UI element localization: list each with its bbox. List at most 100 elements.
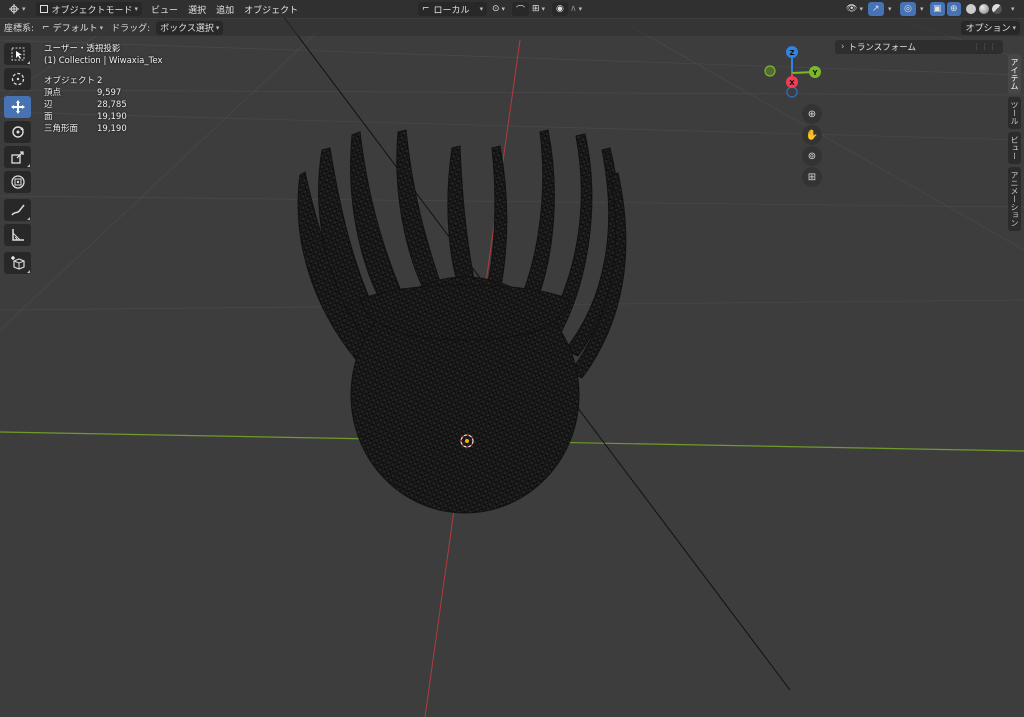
zoom-button[interactable]: ⊕ — [802, 104, 822, 124]
select-box-icon — [11, 47, 24, 61]
stat-label: 辺 — [44, 100, 53, 110]
orientation-value: デフォルト — [52, 24, 98, 34]
rotate-icon — [11, 126, 24, 138]
tool-annotate[interactable] — [4, 199, 31, 221]
editor-type-button[interactable]: ▾ — [4, 2, 30, 16]
solid-sphere-icon — [966, 4, 976, 14]
menu-object[interactable]: オブジェクト — [239, 3, 303, 16]
add-cube-icon — [10, 256, 25, 270]
navigation-gizmo[interactable]: Z Y X — [764, 46, 821, 98]
tool-cursor[interactable] — [4, 68, 31, 90]
eye-icon: 👁 — [846, 4, 858, 14]
overlays-dropdown[interactable]: ▾ — [914, 2, 928, 16]
xray-toggle[interactable]: ▣ — [930, 2, 945, 16]
stat-row-triangles: 三角形面 19,190 — [44, 123, 163, 135]
wiwaxia-mesh[interactable] — [297, 129, 627, 514]
view-name: ユーザー・透視投影 — [44, 44, 121, 54]
cursor-icon — [11, 72, 24, 86]
tool-rotate[interactable] — [4, 121, 31, 143]
mode-label: オブジェクトモード — [51, 5, 133, 16]
chevron-down-icon: ▾ — [1011, 5, 1015, 13]
falloff-curve-icon: ∧ — [570, 4, 577, 14]
tab-item[interactable]: アイテム — [1008, 54, 1021, 94]
pivot-icon: ⊙ — [492, 4, 500, 14]
chevron-down-icon: ▾ — [134, 5, 139, 13]
falloff-button[interactable]: ∧ ▾ — [566, 2, 586, 16]
chevron-down-icon: ▾ — [541, 5, 546, 13]
mode-select[interactable]: オブジェクトモード ▾ — [35, 2, 143, 16]
stat-value: 2 — [97, 76, 103, 86]
pivot-point-button[interactable]: ⊙ ▾ — [488, 2, 509, 16]
snap-target-button[interactable]: ⊞ ▾ — [528, 2, 549, 16]
gizmo-icon: ↗ — [872, 4, 880, 14]
wireframe-sphere-icon: ⊕ — [950, 4, 958, 14]
proportional-edit-icon: ◉ — [556, 4, 564, 14]
default-orientation-icon: ⌐ — [42, 22, 50, 33]
shading-wireframe[interactable]: ⊕ — [947, 2, 961, 16]
pan-button[interactable]: ✋ — [802, 125, 822, 145]
chevron-right-icon: › — [841, 42, 845, 52]
hand-icon: ✋ — [805, 129, 819, 141]
chevron-down-icon: ▾ — [578, 5, 583, 13]
drag-select[interactable]: ボックス選択 ▾ — [156, 20, 224, 35]
chevron-down-icon: ▾ — [215, 23, 220, 32]
orientation-label: ローカル — [433, 5, 470, 16]
measure-ruler-icon — [11, 229, 24, 241]
chevron-down-icon: ▾ — [1012, 23, 1016, 32]
camera-icon: ⊚ — [807, 150, 817, 162]
menu-add[interactable]: 追加 — [211, 3, 239, 16]
stat-value: 19,190 — [97, 112, 127, 122]
transform-panel-header[interactable]: › トランスフォーム ⋮⋮⋮ — [835, 40, 1003, 54]
tool-add-cube[interactable] — [4, 252, 31, 274]
shading-solid[interactable] — [964, 2, 978, 16]
snap-toggle[interactable]: ⌒ — [512, 2, 530, 16]
camera-view-button[interactable]: ⊚ — [802, 146, 822, 166]
orientation-select[interactable]: ⌐ デフォルト ▾ — [38, 21, 107, 35]
grid-perspective-icon: ⊞ — [807, 171, 817, 183]
drag-grip-icon[interactable]: ⋮⋮⋮ — [973, 43, 997, 51]
tool-transform[interactable] — [4, 171, 31, 193]
tab-view[interactable]: ビュー — [1008, 132, 1021, 164]
gizmo-neg-z[interactable] — [786, 86, 798, 98]
perspective-toggle-button[interactable]: ⊞ — [802, 167, 822, 187]
stat-row-faces: 面 19,190 — [44, 111, 163, 123]
3d-viewport-icon — [9, 4, 19, 14]
options-button[interactable]: オプション ▾ — [961, 20, 1020, 35]
zoom-magnifier-icon: ⊕ — [807, 108, 817, 120]
tool-header: 座標系: ⌐ デフォルト ▾ ドラッグ: ボックス選択 ▾ オプション ▾ — [0, 19, 1024, 36]
tool-measure[interactable] — [4, 224, 31, 246]
shading-dropdown[interactable]: ▾ — [1005, 2, 1019, 16]
rendered-sphere-icon — [992, 4, 1002, 14]
tab-tool[interactable]: ツール — [1008, 97, 1021, 129]
visibility-button[interactable]: 👁 ▾ — [842, 2, 867, 16]
shading-rendered[interactable] — [990, 2, 1004, 16]
transform-orientation-select[interactable]: ⌐ ローカル ▾ — [418, 2, 488, 16]
chevron-down-icon: ▾ — [99, 23, 104, 32]
shading-material[interactable] — [977, 2, 991, 16]
stat-row-vertices: 頂点 9,597 — [44, 87, 163, 99]
gizmo-neg-y[interactable] — [764, 65, 776, 77]
stat-label: 面 — [44, 112, 53, 122]
stat-label: 三角形面 — [44, 124, 79, 134]
orientation-label: 座標系: — [4, 24, 35, 34]
chevron-down-icon: ▾ — [859, 5, 863, 13]
gizmo-dropdown[interactable]: ▾ — [882, 2, 896, 16]
stat-value: 9,597 — [97, 88, 122, 98]
panel-title: トランスフォーム — [848, 43, 916, 53]
snap-grid-icon: ⊞ — [532, 4, 540, 14]
menu-view[interactable]: ビュー — [146, 3, 183, 16]
tab-animation[interactable]: アニメーション — [1008, 167, 1021, 231]
viewport-info-overlay: ユーザー・透視投影 (1) Collection | Wiwaxia_Tex オ… — [44, 43, 163, 135]
tool-select-box[interactable] — [4, 43, 31, 65]
menu-select[interactable]: 選択 — [183, 3, 211, 16]
toolbar — [4, 43, 31, 277]
chevron-down-icon: ▾ — [22, 5, 26, 13]
transform-icon — [10, 175, 25, 189]
tool-scale[interactable] — [4, 146, 31, 168]
annotate-pencil-icon — [10, 204, 25, 216]
tool-move[interactable] — [4, 96, 31, 118]
viewport-header: ▾ オブジェクトモード ▾ ビュー 選択 追加 オブジェクト ⌐ ローカル ▾ … — [0, 0, 1024, 18]
chevron-down-icon: ▾ — [888, 5, 892, 13]
navigation-buttons: ⊕ ✋ ⊚ ⊞ — [802, 104, 822, 188]
move-icon — [10, 100, 25, 114]
